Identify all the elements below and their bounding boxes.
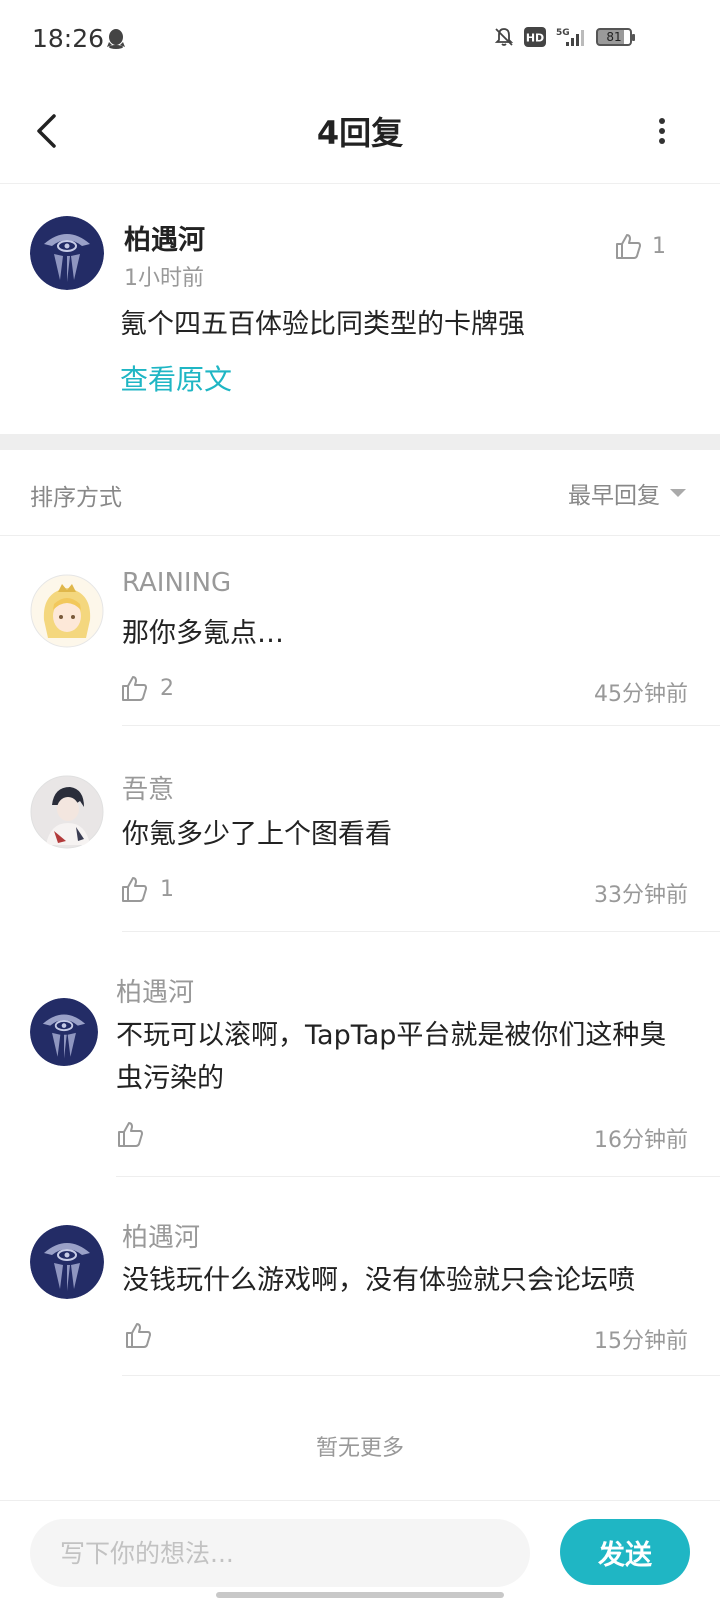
reply-composer: 发送: [0, 1500, 720, 1600]
reply-like-button[interactable]: 2: [120, 674, 174, 702]
comment-author[interactable]: 柏遇河: [124, 218, 205, 257]
reply-like-button[interactable]: [124, 1321, 164, 1349]
reply-like-count: 1: [160, 876, 174, 902]
battery-icon: 81: [596, 28, 635, 46]
reply-time: 16分钟前: [594, 1128, 688, 1153]
signal-5g-icon: 5G: [556, 26, 586, 48]
thumbs-up-icon: [122, 676, 147, 701]
comment-text: 氪个四五百体验比同类型的卡牌强: [120, 309, 525, 340]
vertical-dots-icon: [659, 118, 665, 144]
reply-like-button[interactable]: [116, 1120, 156, 1148]
avatar[interactable]: [30, 775, 104, 849]
reply-separator: [116, 1176, 720, 1177]
reply-like-count: 2: [160, 675, 174, 701]
sort-label: 排序方式: [30, 485, 122, 511]
caret-down-icon: [670, 489, 686, 497]
reply-item: RAINING 那你多氪点… 2 45分钟前: [0, 560, 720, 730]
thumbs-up-icon: [616, 234, 641, 259]
like-count: 1: [652, 233, 666, 259]
avatar[interactable]: [30, 216, 104, 290]
status-icons: HD 5G 81: [494, 26, 635, 48]
reply-author[interactable]: 柏遇河: [116, 972, 194, 1009]
hd-icon: HD: [524, 27, 546, 47]
reply-like-button[interactable]: 1: [120, 875, 174, 903]
reply-separator: [122, 725, 720, 726]
home-indicator[interactable]: [216, 1592, 504, 1598]
reply-text: 你氪多少了上个图看看: [122, 819, 392, 850]
reply-item: 吾意 你氪多少了上个图看看 1 33分钟前: [0, 765, 720, 935]
reply-time: 33分钟前: [594, 883, 688, 908]
reply-separator: [122, 931, 720, 932]
silent-bell-icon: [494, 27, 514, 47]
sort-selected-value: 最早回复: [568, 483, 660, 509]
status-bar: 18:26 HD 5G 81: [0, 0, 720, 82]
thumbs-up-icon: [122, 877, 147, 902]
like-button[interactable]: 1: [614, 232, 666, 260]
thumbs-up-icon: [126, 1323, 151, 1348]
sort-dropdown[interactable]: 最早回复: [568, 476, 686, 510]
svg-text:5G: 5G: [556, 28, 570, 38]
page-title: 4回复: [316, 114, 404, 152]
reply-separator: [122, 1375, 720, 1376]
svg-text:HD: HD: [526, 32, 544, 45]
reply-text: 不玩可以滚啊，TapTap平台就是被你们这种臭虫污染的: [116, 1020, 667, 1095]
reply-time: 15分钟前: [594, 1329, 688, 1354]
qq-notification-icon: [106, 28, 126, 50]
no-more-text: 暂无更多: [315, 1436, 404, 1461]
avatar[interactable]: [30, 998, 98, 1066]
avatar[interactable]: [30, 574, 104, 648]
send-button[interactable]: 发送: [560, 1519, 690, 1585]
reply-author[interactable]: 柏遇河: [122, 1217, 200, 1254]
reply-input[interactable]: [30, 1519, 530, 1587]
top-nav-bar: 4回复: [0, 82, 720, 184]
thumbs-up-icon: [118, 1122, 143, 1147]
avatar[interactable]: [30, 1225, 104, 1299]
reply-author[interactable]: 吾意: [122, 769, 174, 806]
reply-time: 45分钟前: [594, 682, 688, 707]
section-divider: [0, 434, 720, 450]
reply-item: 柏遇河 不玩可以滚啊，TapTap平台就是被你们这种臭虫污染的 16分钟前: [0, 970, 720, 1190]
more-options-button[interactable]: [650, 106, 674, 156]
reply-text: 没钱玩什么游戏啊，没有体验就只会论坛喷: [122, 1265, 635, 1296]
sort-bar: 排序方式 最早回复: [0, 450, 720, 536]
status-time: 18:26: [32, 24, 105, 53]
reply-item: 柏遇河 没钱玩什么游戏啊，没有体验就只会论坛喷 15分钟前: [0, 1215, 720, 1385]
view-original-link[interactable]: 查看原文: [120, 358, 232, 398]
reply-author[interactable]: RAINING: [122, 568, 231, 598]
reply-text: 那你多氪点…: [122, 618, 284, 649]
original-comment: 柏遇河 1小时前 1 氪个四五百体验比同类型的卡牌强 查看原文: [0, 184, 720, 434]
comment-time: 1小时前: [124, 266, 204, 291]
